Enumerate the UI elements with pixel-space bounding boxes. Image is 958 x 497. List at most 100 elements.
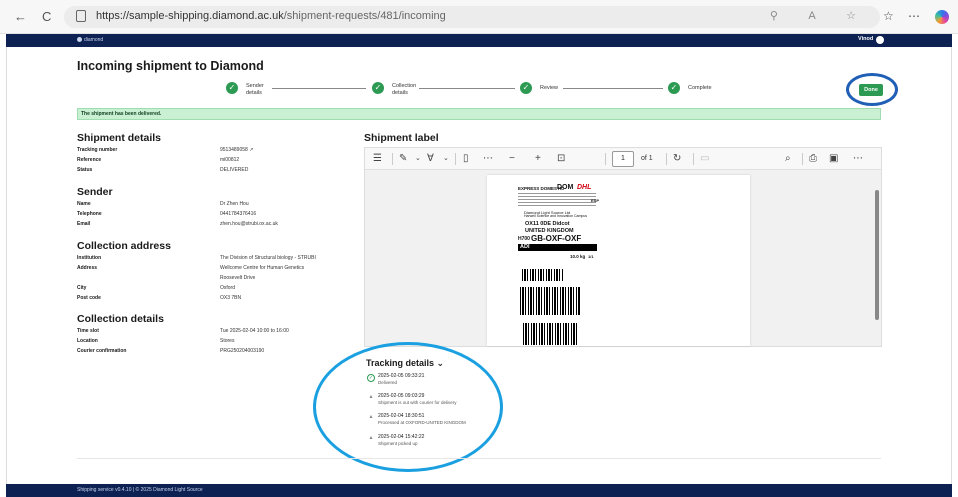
zoom-out-icon[interactable]: − — [509, 153, 515, 165]
rotate-icon[interactable]: ↻ — [673, 153, 681, 165]
divider — [77, 458, 881, 459]
contents-icon[interactable]: ☰ — [373, 153, 382, 165]
label-weight: 10.0 kg — [570, 254, 586, 259]
diamond-logo[interactable]: diamond — [77, 37, 103, 43]
divider — [392, 153, 393, 165]
highlight-ring — [846, 73, 898, 106]
shipment-label-heading: Shipment label — [364, 132, 439, 144]
user-name[interactable]: Vinod — [858, 36, 873, 42]
text-icon[interactable]: ▯ — [463, 153, 469, 165]
detail-label: Location — [77, 338, 98, 344]
step-label: Complete — [688, 85, 712, 91]
highlight-ring — [313, 342, 503, 472]
label-to-line2: Harwell Science and Innovation Campus — [524, 214, 588, 218]
detail-value: PRG250204003190 — [220, 348, 265, 354]
chevron-down-icon[interactable]: ⌄ — [443, 153, 449, 165]
detail-label: Email — [77, 221, 91, 227]
label-route: GB-OXF-OXF — [531, 234, 582, 243]
barcode — [523, 323, 579, 345]
zoom-in-icon[interactable]: + — [535, 153, 541, 165]
page-title: Incoming shipment to Diamond — [77, 59, 264, 73]
footer-text: Shipping service v0.4.10 | © 2025 Diamon… — [77, 487, 203, 493]
scrollbar[interactable] — [873, 170, 881, 346]
divider — [605, 153, 606, 165]
pdf-viewer[interactable]: ☰ ✎ ⌄ ∀ ⌄ ▯ ⋯ − + ⊡ 1 of 1 ↻ ▭ ⌕ ⎙ ▣ ⋯ E… — [364, 147, 882, 347]
detail-value: OX3 7BN — [220, 295, 242, 301]
check-icon: ✓ — [226, 82, 238, 94]
collection-details-heading: Collection details — [77, 313, 164, 325]
print-icon[interactable]: ⎙ — [809, 153, 817, 165]
chevron-down-icon[interactable]: ⌄ — [415, 153, 421, 165]
step-label: Collection details — [392, 83, 417, 96]
detail-label: Institution — [77, 255, 102, 261]
barcode — [520, 287, 580, 315]
reload-icon[interactable]: C — [42, 9, 51, 24]
check-icon: ✓ — [520, 82, 532, 94]
page-count: of 1 — [641, 155, 653, 162]
detail-value: Roosevelt Drive — [220, 275, 256, 281]
detail-value: The Division of Structural biology - STR… — [220, 255, 316, 261]
barcode — [522, 269, 564, 281]
url-text: https://sample-shipping.diamond.ac.uk/sh… — [96, 10, 446, 22]
favorites-icon[interactable]: ☆ — [883, 9, 894, 23]
divider — [693, 153, 694, 165]
detail-value: Wellcome Centre for Human Genetics — [220, 265, 305, 271]
detail-value: Oxford — [220, 285, 236, 291]
step-label: Sender details — [246, 83, 264, 96]
status-value: DELIVERED — [220, 167, 249, 173]
fit-page-icon[interactable]: ⊡ — [557, 153, 565, 165]
save-icon[interactable]: ▣ — [829, 153, 838, 165]
collection-address-heading: Collection address — [77, 240, 171, 252]
label-piece: 1/1 — [588, 254, 594, 259]
tracking-number-link[interactable]: 9513489058 ↗ — [220, 147, 253, 153]
detail-label: Time slot — [77, 328, 99, 334]
detail-value: mi00812 — [220, 157, 240, 163]
draw-icon[interactable]: ∀ — [427, 153, 434, 165]
detail-value: Tue 2025-02-04 10:00 to 16:00 — [220, 328, 289, 334]
divider — [666, 153, 667, 165]
detail-label: Tracking number — [77, 147, 118, 153]
detail-value: Stores — [220, 338, 235, 344]
dhl-logo: DHL — [577, 184, 592, 191]
divider — [455, 153, 456, 165]
copilot-icon[interactable] — [935, 10, 949, 24]
pdf-toolbar: ☰ ✎ ⌄ ∀ ⌄ ▯ ⋯ − + ⊡ 1 of 1 ↻ ▭ ⌕ ⎙ ▣ ⋯ — [365, 148, 881, 170]
more-options-icon[interactable]: ⋯ — [853, 153, 863, 165]
label-adi: ADI — [518, 244, 597, 251]
detail-label: Courier confirmation — [77, 348, 127, 354]
more-tools-icon[interactable]: ⋯ — [483, 153, 493, 165]
two-page-icon[interactable]: ▭ — [700, 153, 709, 165]
page-number-input[interactable]: 1 — [612, 151, 634, 167]
alert-text: The shipment has been delivered. — [81, 111, 162, 117]
label-dom: DOM — [557, 184, 574, 191]
detail-label: Reference — [77, 157, 102, 163]
address-bar-icons[interactable]: ⚲ A ☆ — [770, 9, 870, 22]
step-connector — [419, 88, 515, 89]
detail-value: Dr Zhen Hou — [220, 201, 249, 207]
label-to-city: OX11 0DE Didcot — [525, 221, 570, 227]
highlight-icon[interactable]: ✎ — [399, 153, 407, 165]
search-icon[interactable]: ⌕ — [785, 153, 791, 165]
status-alert: The shipment has been delivered. — [77, 108, 881, 120]
avatar[interactable] — [876, 36, 884, 44]
address-bar[interactable]: https://sample-shipping.diamond.ac.uk/sh… — [64, 6, 880, 28]
check-icon: ✓ — [668, 82, 680, 94]
sender-block — [518, 193, 596, 207]
back-icon[interactable]: ← — [14, 9, 27, 24]
app-header: diamond Vinod — [6, 34, 952, 47]
step-label: Review — [540, 85, 559, 91]
sender-heading: Sender — [77, 186, 113, 198]
scrollbar-thumb[interactable] — [875, 190, 879, 320]
site-info-icon[interactable] — [76, 10, 86, 22]
frame-border — [6, 47, 7, 484]
frame-border — [951, 47, 952, 484]
app-footer: Shipping service v0.4.10 | © 2025 Diamon… — [6, 484, 952, 497]
check-icon: ✓ — [372, 82, 384, 94]
shipment-details-heading: Shipment details — [77, 132, 162, 144]
detail-value: zhen.hou@strubi.ox.ac.uk — [220, 221, 278, 227]
detail-label: Address — [77, 265, 98, 271]
extensions-icon[interactable]: ⋯ — [908, 9, 920, 23]
detail-label: City — [77, 285, 87, 291]
label-code: ESP — [591, 198, 600, 203]
step-connector — [272, 88, 366, 89]
